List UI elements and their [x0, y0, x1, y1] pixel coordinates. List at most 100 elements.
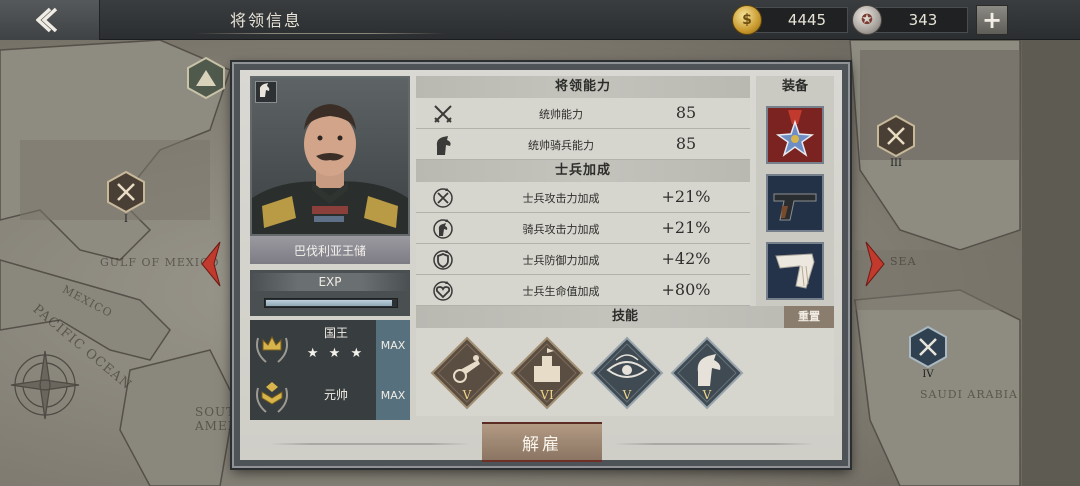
- exp-bar: [264, 298, 398, 308]
- ability-row: 统帅骑兵能力 85: [416, 129, 750, 160]
- marshal-insignia-icon: [256, 382, 288, 413]
- nobility-title: 国王: [323, 326, 348, 340]
- crossed-rifles-icon: [877, 114, 915, 158]
- chevron-right-icon: [865, 241, 885, 287]
- skill-slot[interactable]: V: [430, 336, 504, 410]
- skill-level: V: [702, 388, 712, 402]
- bonus-value: +80%: [661, 280, 711, 299]
- skill-slot[interactable]: V: [590, 336, 664, 410]
- pistol-icon: [768, 176, 822, 230]
- bonus-value: +42%: [661, 249, 711, 268]
- military-title: 元帅: [323, 388, 348, 402]
- map-label: SAUDI ARABIA: [920, 388, 1018, 401]
- medal-counter: ✪ 343: [852, 5, 968, 35]
- skill-level: V: [462, 388, 472, 402]
- title-divider: [195, 33, 445, 34]
- bonus-label: 骑兵攻击力加成: [522, 223, 600, 236]
- crossed-rifles-icon: [909, 325, 947, 369]
- army-marker[interactable]: III: [876, 114, 916, 169]
- plus-icon: +: [981, 6, 1003, 34]
- stats-section: 将领能力 统帅能力 85 统帅骑兵能力 85 士兵加成 士兵攻击力加成 +21%…: [416, 76, 750, 306]
- reset-skills-button[interactable]: 重置: [784, 306, 834, 328]
- marker-number: I: [124, 214, 128, 225]
- crossed-swords-icon: [434, 105, 452, 123]
- crossed-rifles-icon: [107, 170, 145, 214]
- horse-head-icon: [259, 83, 270, 97]
- gold-coin-icon: $: [732, 5, 762, 35]
- bonuses-header: 士兵加成: [416, 160, 750, 182]
- medal-coin-icon: ✪: [852, 5, 882, 35]
- horse-head-icon: [436, 136, 451, 155]
- cavalry-badge: [255, 81, 277, 103]
- map-label: SOUTH AMERICA: [195, 405, 235, 433]
- back-button[interactable]: [0, 0, 100, 40]
- army-marker[interactable]: I: [106, 170, 146, 225]
- back-arrow-icon: [35, 7, 57, 33]
- ability-label: 统帅骑兵能力: [528, 139, 594, 152]
- exp-bar-fill: [266, 300, 393, 306]
- previous-general-arrow[interactable]: [198, 240, 222, 288]
- general-name: 巴伐利亚王储: [250, 236, 410, 264]
- military-max-badge: MAX: [376, 370, 410, 420]
- abilities-header: 将领能力: [416, 76, 750, 98]
- add-currency-button[interactable]: +: [976, 5, 1008, 35]
- ability-row: 统帅能力 85: [416, 98, 750, 129]
- ability-value: 85: [675, 103, 697, 122]
- medal-star-icon: [768, 108, 822, 162]
- nobility-max-badge: MAX: [376, 320, 410, 370]
- skills-title: 技能: [611, 309, 638, 324]
- medal-amount: 343: [908, 11, 938, 29]
- marker-number: IV: [922, 369, 934, 380]
- page-title: 将领信息: [230, 11, 303, 30]
- bonus-row: 士兵防御力加成 +42%: [416, 244, 750, 275]
- equipment-slot-accessory[interactable]: [766, 242, 824, 300]
- exp-section: EXP: [250, 270, 410, 316]
- equipment-section: 装备: [756, 76, 834, 306]
- bonus-row: 士兵生命值加成 +80%: [416, 275, 750, 306]
- tent-icon: [187, 56, 225, 100]
- skill-level: VI: [540, 388, 554, 402]
- ability-label: 统帅能力: [539, 108, 583, 121]
- military-rank: 元帅 MAX: [250, 370, 410, 420]
- general-info-panel: 巴伐利亚王储 EXP 国王 ★ ★ ★ MAX 元帅 MAX 将领能力 统帅能力…: [232, 62, 850, 468]
- bottom-divider-left: [270, 443, 470, 445]
- nobility-stars: ★ ★ ★: [306, 346, 366, 361]
- camp-marker[interactable]: [186, 56, 226, 100]
- defense-up-icon: [433, 250, 453, 270]
- cavalry-attack-up-icon: [433, 219, 453, 239]
- bonus-value: +21%: [661, 218, 711, 237]
- skill-slot[interactable]: VI: [510, 336, 584, 410]
- general-portrait: [250, 76, 410, 236]
- top-bar: 将领信息 $ 4445 ✪ 343 +: [0, 0, 1080, 40]
- bottom-divider-right: [614, 443, 814, 445]
- equipment-slot-medal[interactable]: [766, 106, 824, 164]
- army-marker[interactable]: IV: [908, 325, 948, 380]
- nobility-rank: 国王 ★ ★ ★ MAX: [250, 320, 410, 370]
- crown-laurel-icon: [256, 335, 288, 363]
- bonus-row: 骑兵攻击力加成 +21%: [416, 213, 750, 244]
- panel-body: 巴伐利亚王储 EXP 国王 ★ ★ ★ MAX 元帅 MAX 将领能力 统帅能力…: [240, 70, 842, 462]
- bonus-label: 士兵攻击力加成: [522, 192, 600, 205]
- bonus-row: 士兵攻击力加成 +21%: [416, 182, 750, 213]
- skill-slot[interactable]: V: [670, 336, 744, 410]
- dismiss-general-button[interactable]: 解雇: [482, 422, 602, 462]
- bonus-label: 士兵防御力加成: [522, 254, 600, 267]
- gold-counter: $ 4445: [732, 5, 848, 35]
- attack-up-icon: [433, 188, 453, 208]
- skills-list: V VI V V: [416, 328, 834, 416]
- exp-label: EXP: [250, 273, 410, 291]
- skill-level: V: [622, 388, 632, 402]
- chevron-left-icon: [201, 241, 221, 287]
- skills-header: 技能 重置: [416, 306, 834, 328]
- bonus-value: +21%: [661, 187, 711, 206]
- next-general-arrow[interactable]: [864, 240, 888, 288]
- gold-amount: 4445: [787, 11, 827, 29]
- health-up-icon: [433, 281, 453, 301]
- skills-section: 技能 重置 V VI V V: [416, 306, 834, 416]
- ability-value: 85: [675, 134, 697, 153]
- bonus-label: 士兵生命值加成: [522, 285, 600, 298]
- equipment-slot-weapon[interactable]: [766, 174, 824, 232]
- map-label: SEA: [890, 255, 917, 268]
- equipment-header: 装备: [781, 79, 808, 94]
- scarf-icon: [768, 244, 822, 298]
